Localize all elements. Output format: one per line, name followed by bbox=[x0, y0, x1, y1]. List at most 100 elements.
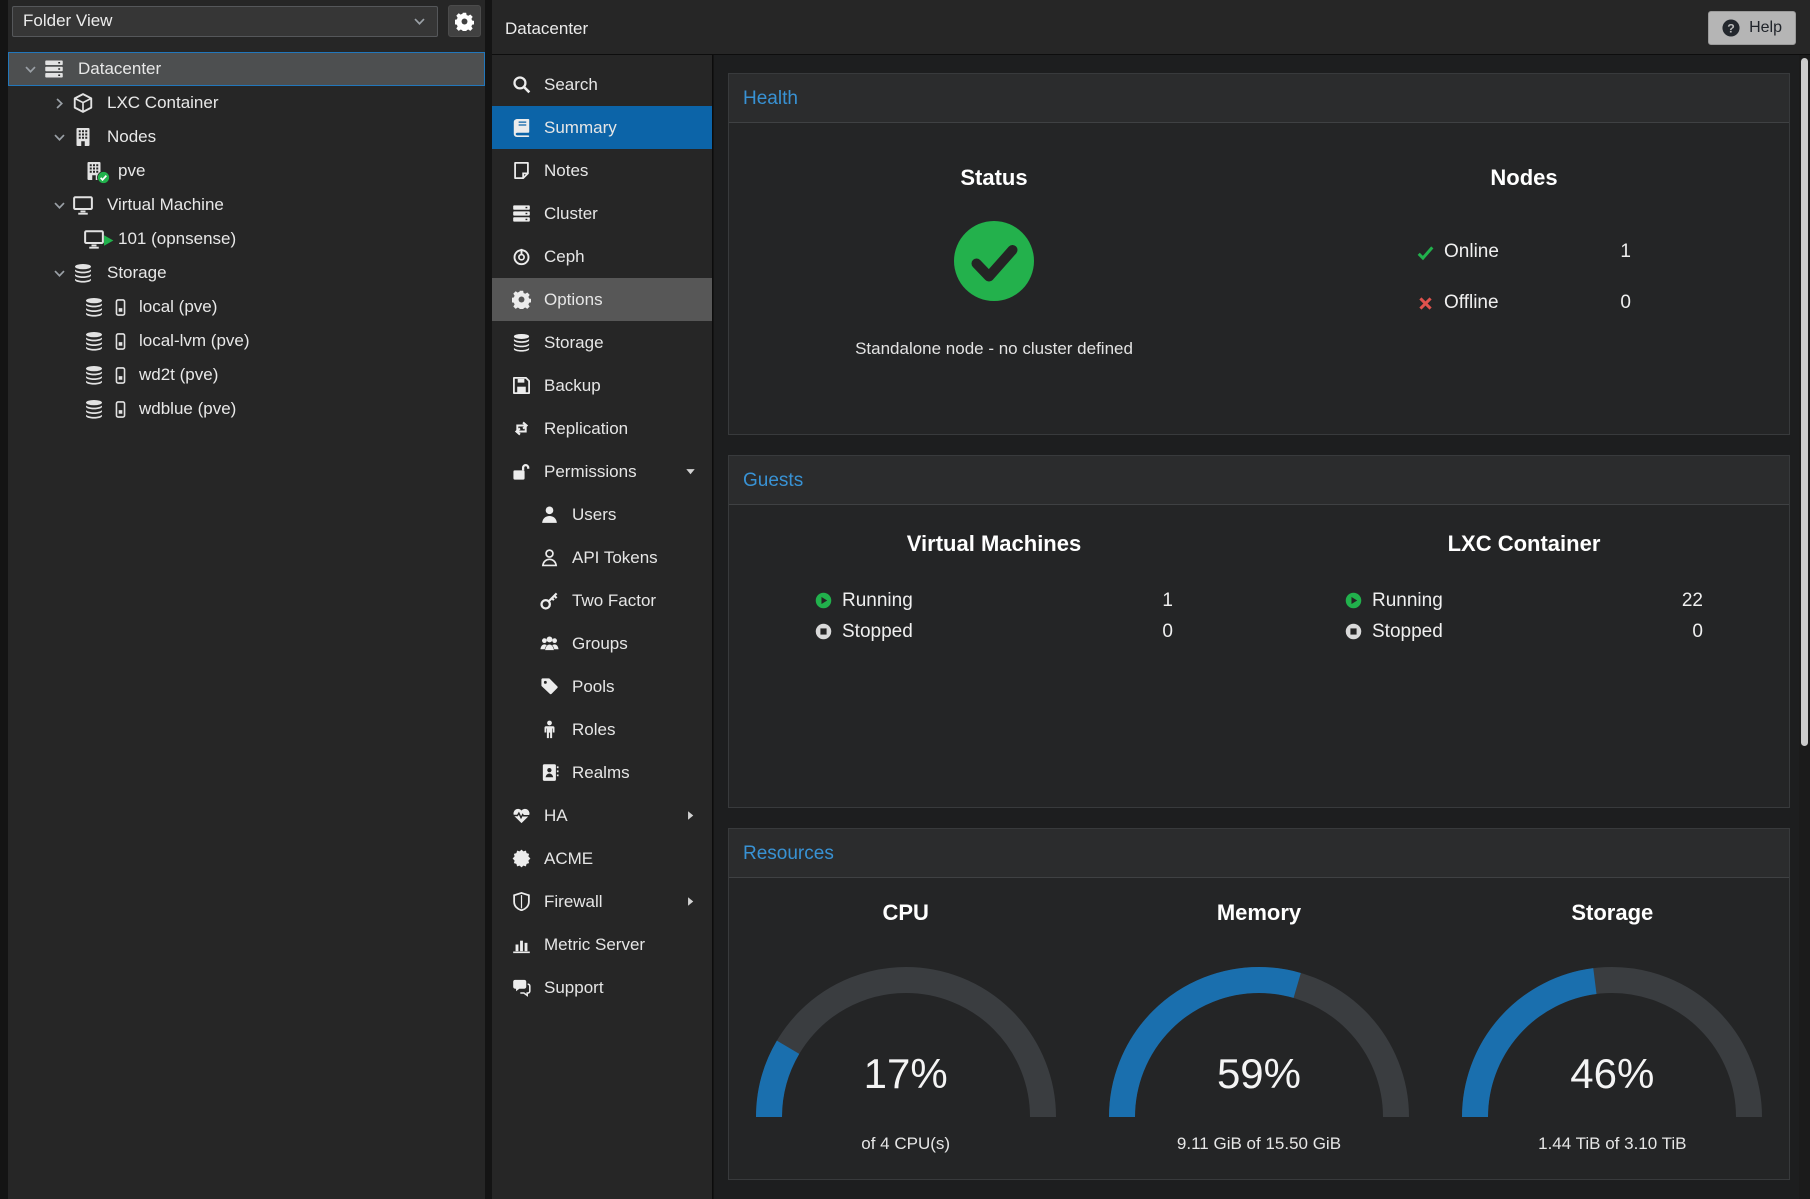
menu-item-two-factor[interactable]: Two Factor bbox=[492, 579, 712, 622]
tree-item-storage-local-lvm[interactable]: local-lvm (pve) bbox=[8, 324, 485, 358]
menu-item-users[interactable]: Users bbox=[492, 493, 712, 536]
tree-item-label: wd2t (pve) bbox=[139, 365, 218, 385]
expander-icon[interactable] bbox=[23, 62, 38, 77]
permissions-unlock-icon bbox=[512, 462, 531, 481]
lxc-stopped-value: 0 bbox=[1692, 621, 1703, 643]
menu-item-pools[interactable]: Pools bbox=[492, 665, 712, 708]
memory-heading: Memory bbox=[1082, 900, 1435, 926]
lxc-stopped-label: Stopped bbox=[1372, 621, 1443, 643]
tree-item-lxc-container[interactable]: LXC Container bbox=[8, 86, 485, 120]
storage-gauge-column: Storage 46% 1.44 TiB of 3.10 TiB bbox=[1436, 878, 1789, 1154]
tree-item-pve[interactable]: pve bbox=[8, 154, 485, 188]
vm-running-value: 1 bbox=[1162, 590, 1173, 612]
health-status-column: Status Standalone node - no cluster defi… bbox=[729, 123, 1259, 359]
menu-item-label: Groups bbox=[572, 634, 628, 654]
cpu-percent: 17% bbox=[755, 1050, 1057, 1098]
memory-detail: 9.11 GiB of 15.50 GiB bbox=[1082, 1134, 1435, 1154]
menu-item-acme[interactable]: ACME bbox=[492, 837, 712, 880]
running-badge-icon bbox=[1345, 592, 1362, 609]
caret-down-icon[interactable] bbox=[684, 465, 697, 478]
menu-item-replication[interactable]: Replication bbox=[492, 407, 712, 450]
menu-item-realms[interactable]: Realms bbox=[492, 751, 712, 794]
tree-settings-button[interactable] bbox=[448, 5, 481, 37]
menu-item-api-tokens[interactable]: API Tokens bbox=[492, 536, 712, 579]
menu-item-storage[interactable]: Storage bbox=[492, 321, 712, 364]
menu-item-ceph[interactable]: Ceph bbox=[492, 235, 712, 278]
help-button[interactable]: ? Help bbox=[1708, 11, 1796, 45]
view-mode-select[interactable]: Folder View bbox=[12, 6, 438, 37]
tree-item-label: 101 (opnsense) bbox=[118, 229, 236, 249]
menu-item-label: Support bbox=[544, 978, 604, 998]
menu-item-summary[interactable]: Summary bbox=[492, 106, 712, 149]
menu-item-support[interactable]: Support bbox=[492, 966, 712, 1009]
tree-item-nodes[interactable]: Nodes bbox=[8, 120, 485, 154]
tree-item-virtual-machine[interactable]: Virtual Machine bbox=[8, 188, 485, 222]
menu-item-label: HA bbox=[544, 806, 568, 826]
memory-percent: 59% bbox=[1108, 1050, 1410, 1098]
online-badge-icon bbox=[97, 171, 110, 184]
address-book-icon bbox=[540, 763, 559, 782]
expander-icon[interactable] bbox=[52, 130, 67, 145]
vm-running-row: Running 1 bbox=[815, 585, 1173, 616]
storage-db-icon bbox=[84, 297, 104, 317]
disk-icon bbox=[112, 298, 129, 317]
tree-item-storage[interactable]: Storage bbox=[8, 256, 485, 290]
menu-item-cluster[interactable]: Cluster bbox=[492, 192, 712, 235]
menu-item-label: Realms bbox=[572, 763, 630, 783]
tree-item-storage-wdblue[interactable]: wdblue (pve) bbox=[8, 392, 485, 426]
check-icon bbox=[1417, 244, 1434, 261]
menu-item-firewall[interactable]: Firewall bbox=[492, 880, 712, 923]
menu-item-label: Replication bbox=[544, 419, 628, 439]
menu-item-label: Two Factor bbox=[572, 591, 656, 611]
acme-starburst-icon bbox=[512, 849, 531, 868]
tree-item-storage-wd2t[interactable]: wd2t (pve) bbox=[8, 358, 485, 392]
scrollbar-thumb[interactable] bbox=[1801, 58, 1808, 746]
gear-icon bbox=[455, 12, 474, 31]
expander-icon[interactable] bbox=[52, 266, 67, 281]
menu-item-groups[interactable]: Groups bbox=[492, 622, 712, 665]
content-scrollbar[interactable] bbox=[1799, 55, 1810, 1199]
cpu-gauge: 17% bbox=[755, 966, 1057, 1118]
tree-item-label: Virtual Machine bbox=[107, 195, 224, 215]
menu-item-metric-server[interactable]: Metric Server bbox=[492, 923, 712, 966]
storage-db-icon bbox=[84, 365, 104, 385]
tree-toolbar: Folder View bbox=[8, 0, 485, 42]
tree-item-label: Nodes bbox=[107, 127, 156, 147]
menu-item-backup[interactable]: Backup bbox=[492, 364, 712, 407]
datacenter-menu: Search Summary Notes Cluster Ceph Option… bbox=[492, 55, 713, 1199]
storage-gauge: 46% bbox=[1461, 966, 1763, 1118]
lxc-cube-icon bbox=[73, 93, 93, 113]
storage-db-icon bbox=[512, 333, 531, 352]
nodes-offline-label: Offline bbox=[1444, 292, 1499, 314]
expander-icon[interactable] bbox=[52, 96, 67, 111]
person-icon bbox=[540, 720, 559, 739]
menu-item-roles[interactable]: Roles bbox=[492, 708, 712, 751]
tree-item-storage-local[interactable]: local (pve) bbox=[8, 290, 485, 324]
menu-item-label: Permissions bbox=[544, 462, 637, 482]
lxc-stopped-row: Stopped 0 bbox=[1345, 616, 1703, 647]
storage-percent: 46% bbox=[1461, 1050, 1763, 1098]
menu-item-label: Ceph bbox=[544, 247, 585, 267]
menu-item-search[interactable]: Search bbox=[492, 63, 712, 106]
key-icon bbox=[540, 591, 559, 610]
vm-stopped-row: Stopped 0 bbox=[815, 616, 1173, 647]
nodes-online-label: Online bbox=[1444, 241, 1499, 263]
caret-right-icon[interactable] bbox=[684, 895, 697, 908]
menu-item-label: Metric Server bbox=[544, 935, 645, 955]
status-message: Standalone node - no cluster defined bbox=[729, 339, 1259, 359]
health-panel: Health Status Standalone node - no clust… bbox=[728, 73, 1790, 435]
caret-right-icon[interactable] bbox=[684, 809, 697, 822]
notes-icon bbox=[512, 161, 531, 180]
menu-item-options[interactable]: Options bbox=[492, 278, 712, 321]
tree-item-vm-101[interactable]: 101 (opnsense) bbox=[8, 222, 485, 256]
guests-vm-column: Virtual Machines Running 1 Stopped 0 bbox=[729, 505, 1259, 647]
tree-item-label: pve bbox=[118, 161, 145, 181]
expander-icon[interactable] bbox=[52, 198, 67, 213]
cpu-detail: of 4 CPU(s) bbox=[729, 1134, 1082, 1154]
menu-item-permissions[interactable]: Permissions bbox=[492, 450, 712, 493]
help-button-label: Help bbox=[1749, 19, 1782, 37]
tree-item-datacenter[interactable]: Datacenter bbox=[8, 52, 485, 86]
menu-item-ha[interactable]: HA bbox=[492, 794, 712, 837]
menu-item-notes[interactable]: Notes bbox=[492, 149, 712, 192]
guests-panel: Guests Virtual Machines Running 1 Stoppe… bbox=[728, 455, 1790, 808]
